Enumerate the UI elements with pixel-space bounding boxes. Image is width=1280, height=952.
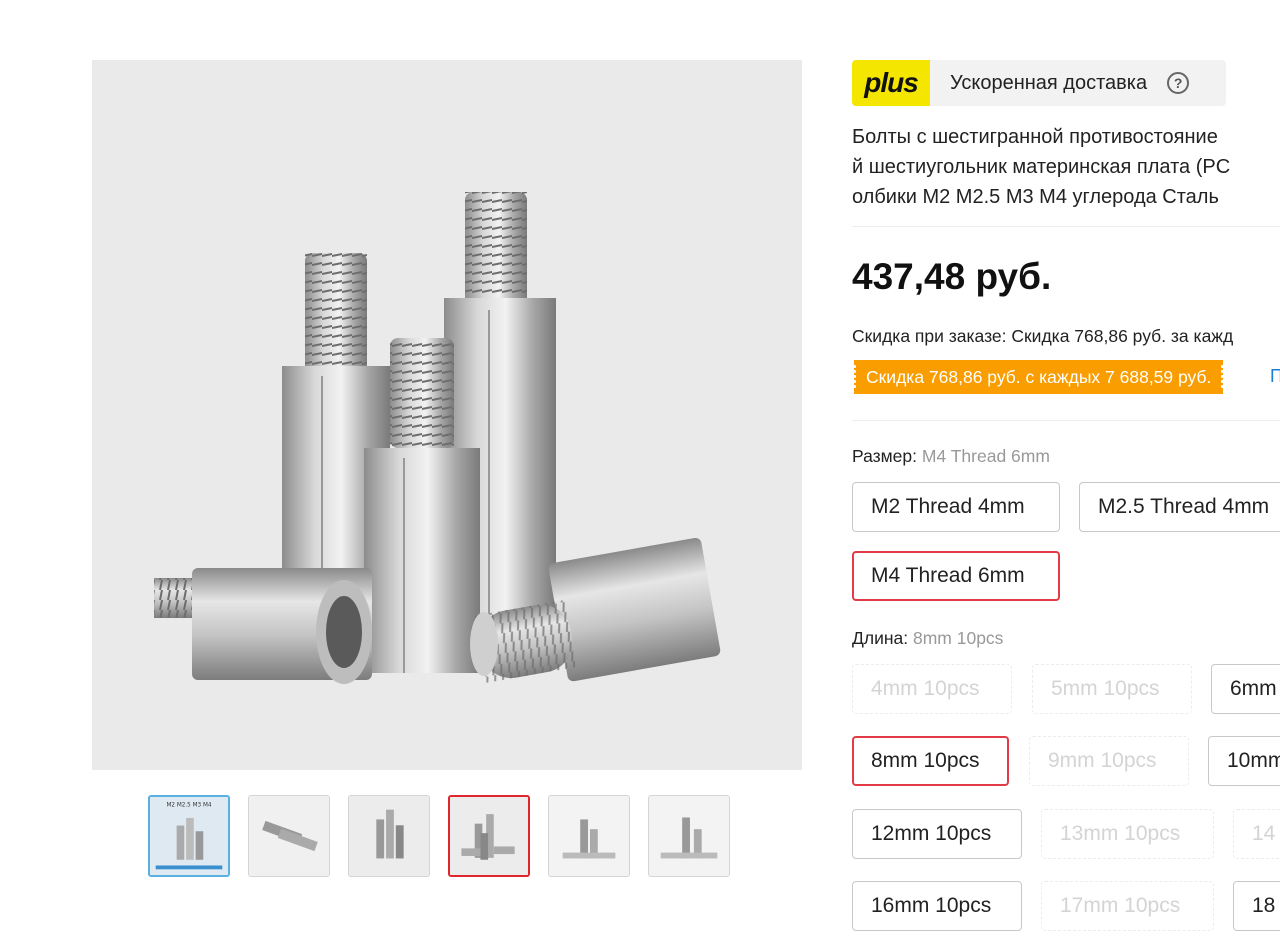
- thumbnail-5[interactable]: [548, 795, 630, 877]
- length-option-16mm[interactable]: 16mm 10pcs: [852, 881, 1022, 931]
- size-option-m2-5[interactable]: M2.5 Thread 4mm: [1079, 482, 1280, 532]
- hex-standoffs-photo: [154, 192, 721, 684]
- length-option-14mm: 14: [1233, 809, 1280, 859]
- length-option-4mm: 4mm 10pcs: [852, 664, 1012, 714]
- coupon-link[interactable]: П: [1270, 366, 1280, 387]
- product-title: Болты с шестигранной противостояние й ше…: [852, 122, 1280, 212]
- length-option-13mm: 13mm 10pcs: [1041, 809, 1214, 859]
- length-option-9mm: 9mm 10pcs: [1029, 736, 1189, 786]
- product-info-panel: plus Ускоренная доставка ? Болты с шести…: [852, 60, 1280, 952]
- length-label-title: Длина:: [852, 628, 909, 648]
- title-line: й шестиугольник материнская плата (PC: [852, 156, 1231, 178]
- thumbnail-image: [249, 796, 329, 876]
- thumbnail-image: [549, 796, 629, 876]
- length-option-12mm[interactable]: 12mm 10pcs: [852, 809, 1022, 859]
- length-selected-value: 8mm 10pcs: [912, 628, 1004, 648]
- thumbnail-4[interactable]: [448, 795, 530, 877]
- divider: [852, 420, 1280, 421]
- discount-coupon[interactable]: Скидка 768,86 руб. с каждых 7 688,59 руб…: [852, 360, 1225, 394]
- thumbnail-1[interactable]: M2 M2.5 M3 M4: [148, 795, 230, 877]
- size-option-m4[interactable]: M4 Thread 6mm: [852, 551, 1060, 601]
- divider: [852, 226, 1280, 227]
- thumbnail-strip: M2 M2.5 M3 M4: [148, 795, 730, 877]
- length-option-17mm: 17mm 10pcs: [1041, 881, 1214, 931]
- size-label: Размер: M4 Thread 6mm: [852, 446, 1050, 467]
- length-label: Длина: 8mm 10pcs: [852, 628, 1003, 649]
- help-icon[interactable]: ?: [1167, 72, 1190, 94]
- length-option-18mm[interactable]: 18: [1233, 881, 1280, 931]
- thumbnail-image: [649, 796, 729, 876]
- size-selected-value: M4 Thread 6mm: [921, 446, 1050, 466]
- length-option-5mm: 5mm 10pcs: [1032, 664, 1192, 714]
- order-discount-text: Скидка при заказе: Скидка 768,86 руб. за…: [852, 326, 1234, 346]
- thumbnail-2[interactable]: [248, 795, 330, 877]
- thumbnail-caption: M2 M2.5 M3 M4: [167, 803, 212, 809]
- thumbnail-6[interactable]: [648, 795, 730, 877]
- thumbnail-image: [450, 797, 528, 875]
- fast-delivery-text: Ускоренная доставка: [950, 71, 1148, 94]
- size-option-m2[interactable]: M2 Thread 4mm: [852, 482, 1060, 532]
- thumbnail-image: [349, 796, 429, 876]
- length-option-10mm[interactable]: 10mm: [1208, 736, 1280, 786]
- length-option-6mm[interactable]: 6mm: [1211, 664, 1280, 714]
- product-price: 437,48 руб.: [852, 256, 1052, 297]
- fast-delivery-banner: plus Ускоренная доставка ?: [852, 60, 1226, 106]
- title-line: олбики M2 M2.5 M3 M4 углерода Сталь: [852, 186, 1219, 208]
- thumbnail-image: M2 M2.5 M3 M4: [150, 797, 228, 875]
- title-line: Болты с шестигранной противостояние: [852, 126, 1218, 148]
- thumbnail-3[interactable]: [348, 795, 430, 877]
- plus-logo: plus: [852, 60, 930, 106]
- main-product-image[interactable]: [92, 60, 802, 770]
- size-label-title: Размер:: [852, 446, 918, 466]
- length-option-8mm[interactable]: 8mm 10pcs: [852, 736, 1009, 786]
